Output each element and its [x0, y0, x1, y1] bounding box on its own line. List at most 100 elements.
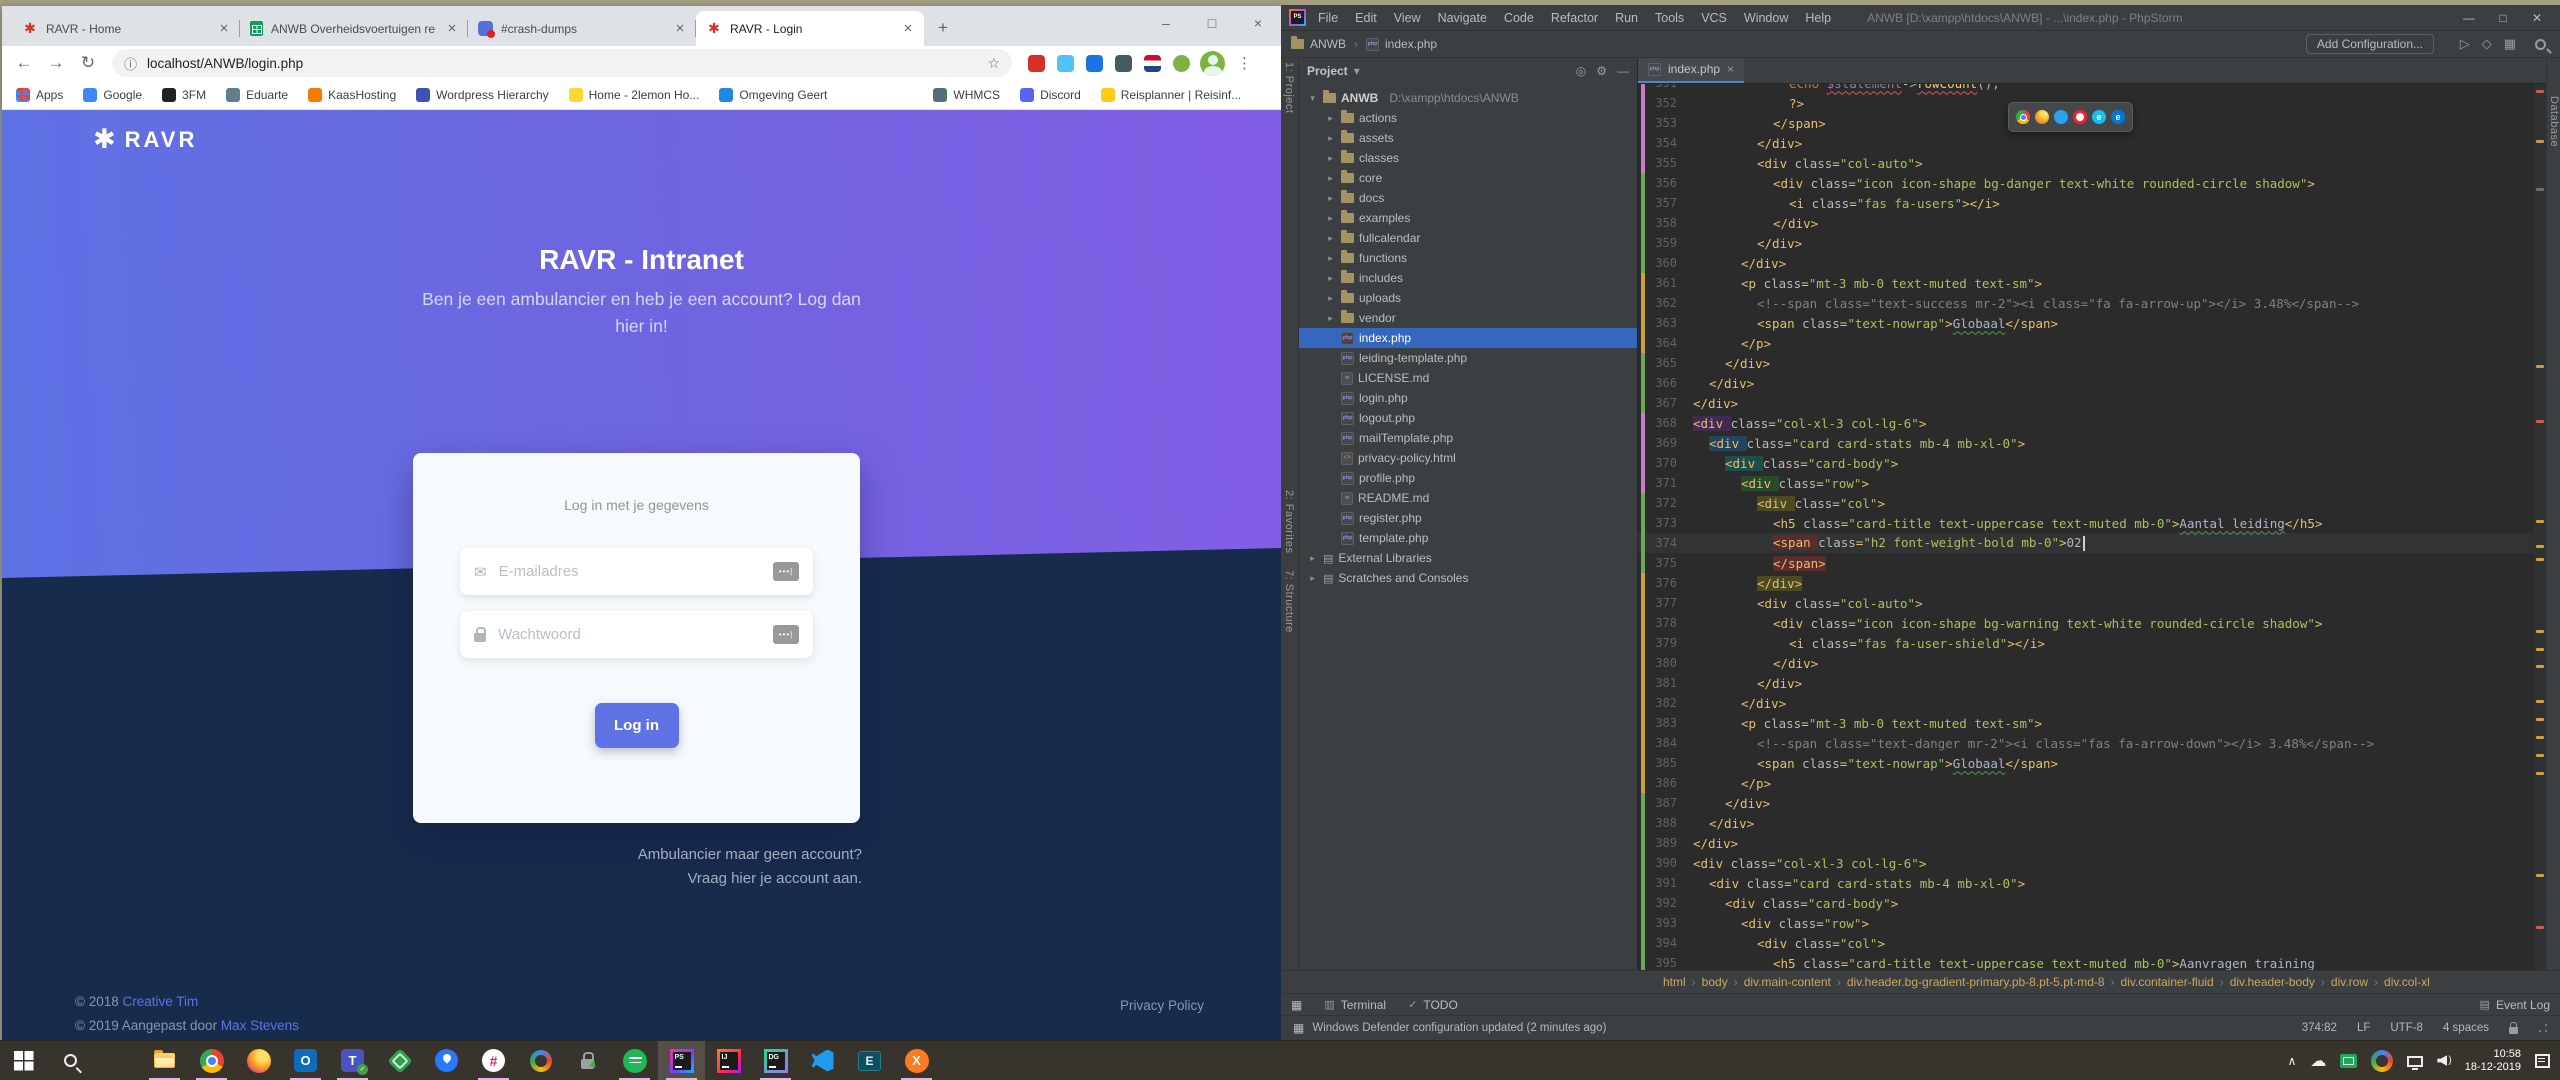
- menu-run[interactable]: Run: [1615, 11, 1638, 25]
- password-manager-icon[interactable]: [773, 625, 799, 644]
- menu-code[interactable]: Code: [1504, 11, 1534, 25]
- tool-switcher-icon[interactable]: ▦: [1291, 998, 1302, 1012]
- profile-avatar[interactable]: [1200, 51, 1225, 76]
- url-text[interactable]: localhost/ANWB/login.php: [147, 56, 977, 71]
- menu-tools[interactable]: Tools: [1655, 11, 1684, 25]
- indent-setting[interactable]: 4 spaces: [2443, 1022, 2489, 1034]
- code-line-366[interactable]: 366</div>: [1638, 373, 2534, 393]
- error-stripe-mark[interactable]: [2536, 772, 2544, 775]
- browser-tab[interactable]: ✱RAVR - Home×: [12, 11, 240, 46]
- bookmark-item[interactable]: Wordpress Hierarchy: [416, 88, 548, 102]
- bookmark-item[interactable]: WHMCS: [933, 88, 1000, 102]
- taskbar-intellij[interactable]: IJ: [705, 1041, 752, 1080]
- error-stripe-mark[interactable]: [2536, 926, 2544, 929]
- back-button[interactable]: ←: [10, 49, 38, 77]
- error-stripe-mark[interactable]: [2536, 874, 2544, 877]
- menu-navigate[interactable]: Navigate: [1438, 11, 1487, 25]
- onedrive-icon[interactable]: ☁: [2310, 1051, 2326, 1071]
- add-configuration-button[interactable]: Add Configuration...: [2306, 34, 2434, 54]
- menu-view[interactable]: View: [1394, 11, 1421, 25]
- request-account-link[interactable]: Vraag hier je account aan.: [638, 867, 862, 891]
- line-separator[interactable]: LF: [2357, 1022, 2370, 1034]
- safari-browser-icon[interactable]: [2054, 110, 2068, 124]
- tree-item-template-php[interactable]: phptemplate.php: [1299, 528, 1637, 548]
- taskbar-teams[interactable]: T: [329, 1041, 376, 1080]
- browser-tab[interactable]: ✱RAVR - Login×: [696, 11, 924, 46]
- password-field[interactable]: [498, 626, 761, 643]
- collapse-arrow-icon[interactable]: ▸: [1307, 573, 1318, 584]
- remote-green-icon[interactable]: [2340, 1054, 2357, 1068]
- taskbar-e-monitor[interactable]: E: [846, 1041, 893, 1080]
- error-stripe-mark[interactable]: [2536, 545, 2544, 548]
- taskbar-file-explorer[interactable]: [141, 1041, 188, 1080]
- ide-maximize-button[interactable]: □: [2486, 5, 2520, 31]
- chevron-down-icon[interactable]: ▾: [1354, 64, 1360, 78]
- volume-icon[interactable]: ): [2437, 1055, 2450, 1066]
- taskbar-spotify[interactable]: [611, 1041, 658, 1080]
- opera-browser-icon[interactable]: [2073, 110, 2087, 124]
- code-line-392[interactable]: 392<div class="card-body">: [1638, 893, 2534, 913]
- tree-item-examples[interactable]: ▸examples: [1299, 208, 1637, 228]
- status-switcher-icon[interactable]: ▦: [1293, 1021, 1304, 1035]
- chrome-browser-icon[interactable]: [2016, 110, 2030, 124]
- creative-tim-link[interactable]: Creative Tim: [122, 994, 198, 1009]
- tab-close-icon[interactable]: ×: [1727, 62, 1734, 76]
- taskbar-search[interactable]: [47, 1041, 94, 1080]
- breadcrumb-item[interactable]: html: [1663, 975, 1686, 989]
- privacy-policy-link[interactable]: Privacy Policy: [1120, 998, 1204, 1013]
- breadcrumb-item[interactable]: div.row: [2331, 975, 2368, 989]
- tree-item-profile-php[interactable]: phpprofile.php: [1299, 468, 1637, 488]
- menu-window[interactable]: Window: [1744, 11, 1788, 25]
- tree-item-includes[interactable]: ▸includes: [1299, 268, 1637, 288]
- collapse-arrow-icon[interactable]: ▸: [1325, 313, 1336, 324]
- collapse-arrow-icon[interactable]: ▸: [1325, 153, 1336, 164]
- error-stripe-mark[interactable]: [2536, 520, 2544, 523]
- error-stripe-mark[interactable]: [2536, 420, 2544, 423]
- grid-icon[interactable]: ▦: [2504, 36, 2516, 52]
- code-line-360[interactable]: 360</div>: [1638, 253, 2534, 273]
- code-line-380[interactable]: 380</div>: [1638, 653, 2534, 673]
- debug-icon[interactable]: ◇: [2482, 36, 2492, 52]
- code-line-362[interactable]: 362<!--span class="text-success mr-2"><i…: [1638, 293, 2534, 313]
- breadcrumb-item[interactable]: div.container-fluid: [2121, 975, 2214, 989]
- collapse-arrow-icon[interactable]: ▸: [1325, 173, 1336, 184]
- ie-browser-icon[interactable]: e: [2092, 110, 2106, 124]
- locate-icon[interactable]: ◎: [1576, 64, 1586, 78]
- max-stevens-link[interactable]: Max Stevens: [221, 1018, 299, 1033]
- code-line-356[interactable]: 356<div class="icon icon-shape bg-danger…: [1638, 173, 2534, 193]
- taskbar-chrome[interactable]: [188, 1041, 235, 1080]
- chevron-up-icon[interactable]: ∧: [2288, 1054, 2297, 1068]
- code-line-384[interactable]: 384<!--span class="text-danger mr-2"><i …: [1638, 733, 2534, 753]
- collapse-arrow-icon[interactable]: ▸: [1325, 273, 1336, 284]
- network-icon[interactable]: [2407, 1056, 2423, 1067]
- tree-item-license-md[interactable]: ≡LICENSE.md: [1299, 368, 1637, 388]
- no-account-question[interactable]: Ambulancier maar geen account?: [638, 843, 862, 867]
- tab-close-icon[interactable]: ×: [216, 20, 232, 37]
- close-button[interactable]: ×: [1235, 6, 1281, 40]
- tree-item-index-php[interactable]: phpindex.php: [1299, 328, 1637, 348]
- bookmark-item[interactable]: Discord: [1020, 88, 1081, 102]
- code-line-386[interactable]: 386</p>: [1638, 773, 2534, 793]
- tree-root-anwb[interactable]: ▾ANWBD:\xampp\htdocs\ANWB: [1299, 88, 1637, 108]
- tree-item-leiding-template-php[interactable]: phpleiding-template.php: [1299, 348, 1637, 368]
- collapse-arrow-icon[interactable]: ▸: [1325, 133, 1336, 144]
- bookmark-item[interactable]: Home - 2lemon Ho...: [569, 88, 700, 102]
- taskbar-task-view[interactable]: [94, 1041, 141, 1080]
- minimize-button[interactable]: –: [1143, 6, 1189, 40]
- reload-button[interactable]: ↻: [74, 49, 102, 77]
- ext-red[interactable]: [1028, 55, 1045, 72]
- code-line-395[interactable]: 395<h5 class="card-title text-uppercase …: [1638, 953, 2534, 970]
- code-line-373[interactable]: 373<h5 class="card-title text-uppercase …: [1638, 513, 2534, 533]
- code-line-382[interactable]: 382</div>: [1638, 693, 2534, 713]
- ext-lightblue[interactable]: [1057, 55, 1074, 72]
- breadcrumb-item[interactable]: div.col-xl: [2384, 975, 2430, 989]
- error-stripe-mark[interactable]: [2536, 736, 2544, 739]
- firefox-browser-icon[interactable]: [2035, 110, 2049, 124]
- address-bar[interactable]: ⓘ localhost/ANWB/login.php ☆: [112, 49, 1012, 77]
- code-line-359[interactable]: 359</div>: [1638, 233, 2534, 253]
- tree-item-actions[interactable]: ▸actions: [1299, 108, 1637, 128]
- login-button[interactable]: Log in: [595, 703, 679, 748]
- tree-item-privacy-policy-html[interactable]: <>privacy-policy.html: [1299, 448, 1637, 468]
- tree-item-login-php[interactable]: phplogin.php: [1299, 388, 1637, 408]
- taskbar-browser-ring[interactable]: [517, 1041, 564, 1080]
